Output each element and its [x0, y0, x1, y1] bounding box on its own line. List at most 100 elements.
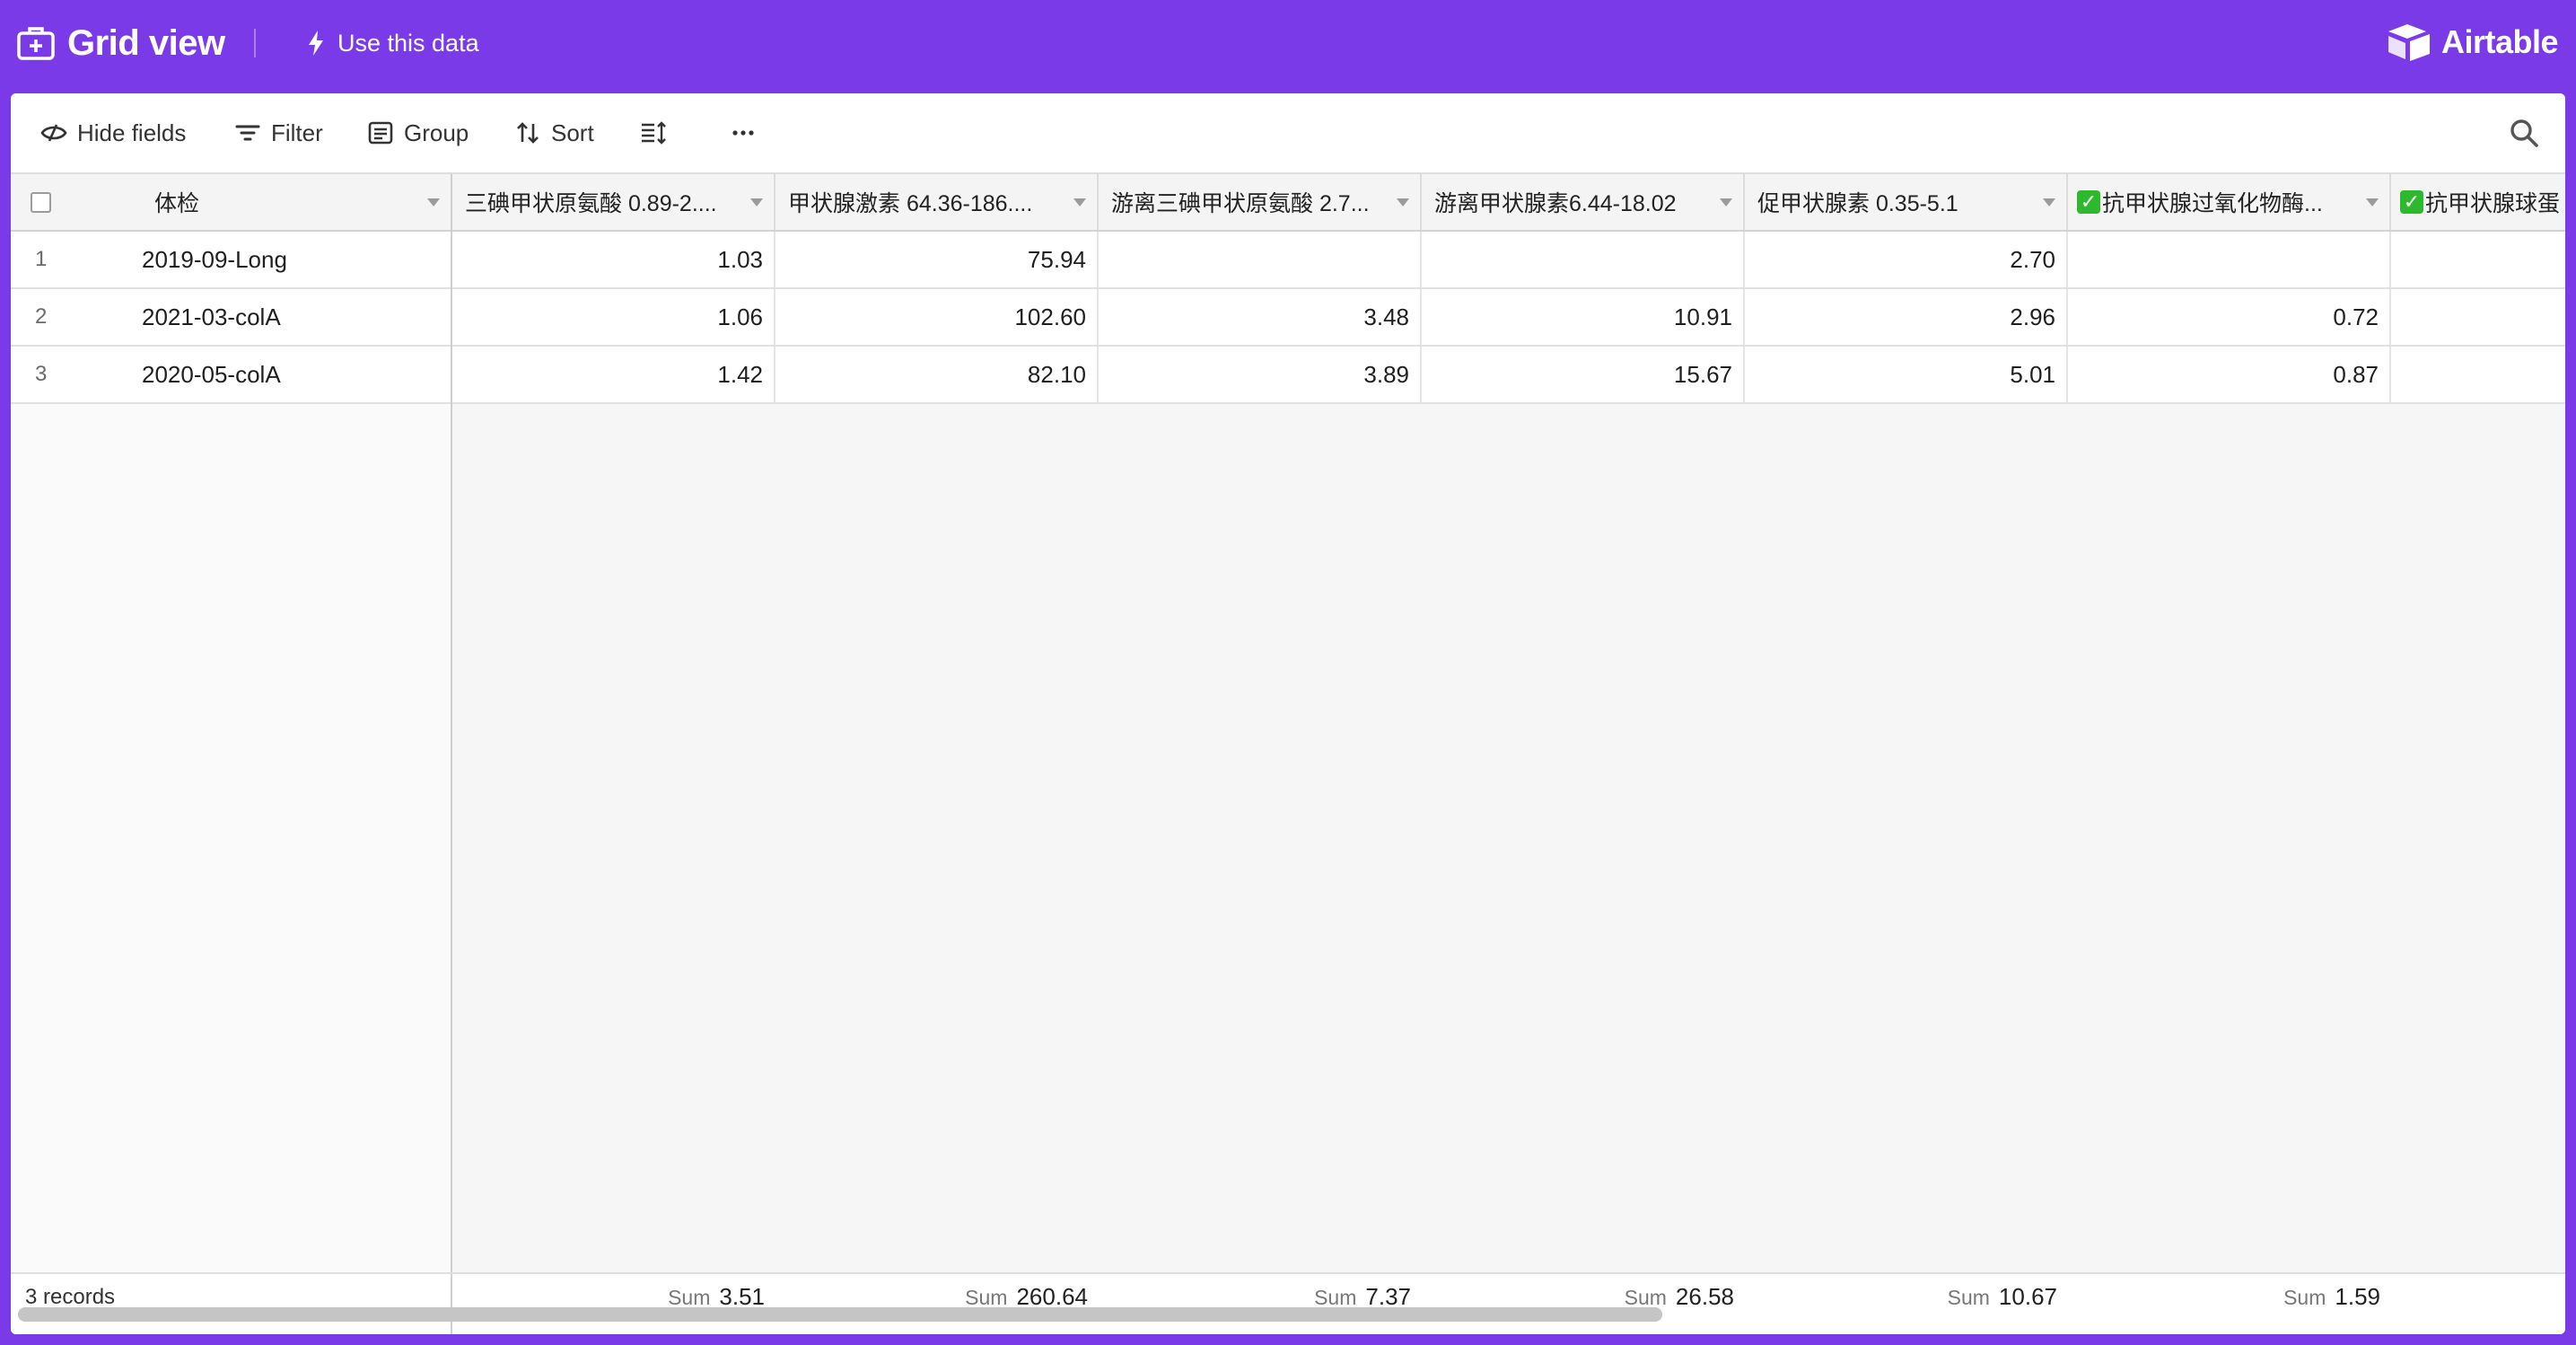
sum-value: 3.51 — [719, 1283, 765, 1310]
cell-ft3[interactable]: 3.48 — [1099, 289, 1422, 345]
top-bar: Grid view Use this data Airtable — [0, 0, 2576, 90]
table-row[interactable]: 3 2020-05-colA — [11, 347, 451, 404]
airtable-logo[interactable]: Airtable — [2386, 22, 2559, 63]
record-count: 3 records — [25, 1285, 116, 1309]
cell-t4[interactable]: 82.10 — [775, 347, 1099, 402]
column-header-primary[interactable]: 体检 — [142, 174, 451, 230]
sum-value: 10.67 — [1998, 1283, 2057, 1310]
group-button[interactable]: Group — [366, 113, 469, 153]
use-this-data-label: Use this data — [337, 29, 479, 57]
column-header-t4[interactable]: 甲状腺激素 64.36-186.... — [775, 174, 1099, 230]
column-headers: 三碘甲状原氨酸 0.89-2.... 甲状腺激素 64.36-186.... 游… — [452, 174, 2565, 232]
column-header-tg[interactable]: ✓ 抗甲状腺球蛋 — [2391, 174, 2565, 230]
cell-t3[interactable]: 1.03 — [452, 232, 775, 287]
search-icon[interactable] — [2508, 117, 2540, 149]
sum-label: Sum — [1624, 1286, 1667, 1309]
chevron-down-icon[interactable] — [1073, 198, 1086, 207]
view-toolbar: Hide fields Filter Group Sort — [11, 93, 2565, 174]
filter-button[interactable]: Filter — [233, 113, 323, 153]
column-header-label: 游离甲状腺素6.44-18.02 — [1434, 191, 1677, 216]
chevron-down-icon[interactable] — [2366, 198, 2379, 207]
use-this-data-button[interactable]: Use this data — [305, 25, 479, 61]
column-header-label: 三碘甲状原氨酸 0.89-2.... — [465, 191, 717, 216]
cell-tpo[interactable]: 0.72 — [2068, 289, 2391, 345]
select-all-checkbox[interactable] — [31, 192, 51, 213]
sort-button[interactable]: Sort — [513, 113, 594, 153]
column-header-tpo[interactable]: ✓ 抗甲状腺过氧化物酶... — [2068, 174, 2391, 230]
sort-label: Sort — [551, 119, 594, 146]
frozen-pane: 体检 1 2019-09-Long 2 2021-03-colA 3 2020-… — [11, 174, 452, 1334]
horizontal-scrollbar[interactable] — [18, 1307, 1662, 1322]
filter-icon — [235, 125, 260, 141]
cell-tsh[interactable]: 2.70 — [1745, 232, 2068, 287]
column-header-tsh[interactable]: 促甲状腺素 0.35-5.1 — [1745, 174, 2068, 230]
sum-tpo[interactable]: Sum 1.59 — [2068, 1283, 2380, 1311]
cell-tsh[interactable]: 5.01 — [1745, 347, 2068, 402]
cell-t3[interactable]: 1.42 — [452, 347, 775, 402]
cell-tpo[interactable] — [2068, 232, 2391, 287]
chevron-down-icon[interactable] — [2043, 198, 2055, 207]
cell-t3[interactable]: 1.06 — [452, 289, 775, 345]
hide-fields-label: Hide fields — [77, 119, 187, 146]
airtable-logo-icon — [2388, 24, 2430, 61]
row-number: 1 — [35, 247, 48, 271]
more-options-button[interactable] — [729, 113, 758, 153]
scroll-pane[interactable]: 三碘甲状原氨酸 0.89-2.... 甲状腺激素 64.36-186.... 游… — [452, 174, 2565, 1334]
table-row[interactable]: 1.03 75.94 2.70 — [452, 232, 2565, 289]
group-icon — [368, 121, 393, 145]
sum-value: 1.59 — [2335, 1283, 2380, 1310]
row-height-button[interactable] — [639, 113, 668, 153]
cell-ft4[interactable]: 10.91 — [1422, 289, 1745, 345]
frozen-header: 体检 — [11, 174, 451, 232]
table-row[interactable]: 2 2021-03-colA — [11, 289, 451, 347]
sum-tsh[interactable]: Sum 10.67 — [1745, 1283, 2057, 1311]
primary-cell[interactable]: 2020-05-colA — [142, 347, 281, 402]
sum-label: Sum — [965, 1286, 1008, 1309]
row-number: 3 — [35, 362, 48, 386]
records-summary: 3 records — [11, 1274, 452, 1334]
table-row[interactable]: 1.42 82.10 3.89 15.67 5.01 0.87 — [452, 347, 2565, 404]
column-header-label: 游离三碘甲状原氨酸 2.7... — [1111, 191, 1370, 216]
cell-t4[interactable]: 75.94 — [775, 232, 1099, 287]
hide-fields-button[interactable]: Hide fields — [39, 113, 186, 153]
cell-tg[interactable] — [2391, 289, 2565, 345]
cell-ft3[interactable]: 3.89 — [1099, 347, 1422, 402]
cell-tg[interactable] — [2391, 347, 2565, 402]
sum-label: Sum — [1947, 1286, 1990, 1309]
primary-cell[interactable]: 2021-03-colA — [142, 289, 281, 345]
table-row[interactable]: 1 2019-09-Long — [11, 232, 451, 289]
medical-kit-icon — [17, 27, 55, 60]
column-header-label: 促甲状腺素 0.35-5.1 — [1757, 191, 1958, 216]
check-mark-icon: ✓ — [2077, 190, 2100, 214]
table-row[interactable]: 1.06 102.60 3.48 10.91 2.96 0.72 — [452, 289, 2565, 347]
chevron-down-icon[interactable] — [750, 198, 763, 207]
chevron-down-icon[interactable] — [1720, 198, 1732, 207]
column-header-ft3[interactable]: 游离三碘甲状原氨酸 2.7... — [1099, 174, 1422, 230]
cell-ft3[interactable] — [1099, 232, 1422, 287]
primary-cell[interactable]: 2019-09-Long — [142, 232, 287, 287]
check-mark-icon: ✓ — [2400, 190, 2423, 214]
sum-label: Sum — [2283, 1286, 2326, 1309]
column-header-t3[interactable]: 三碘甲状原氨酸 0.89-2.... — [452, 174, 775, 230]
group-label: Group — [404, 119, 469, 146]
cell-tpo[interactable]: 0.87 — [2068, 347, 2391, 402]
sum-value: 26.58 — [1675, 1283, 1734, 1310]
cell-t4[interactable]: 102.60 — [775, 289, 1099, 345]
column-header-ft4[interactable]: 游离甲状腺素6.44-18.02 — [1422, 174, 1745, 230]
sum-label: Sum — [668, 1286, 711, 1309]
brand-name: Airtable — [2440, 23, 2559, 60]
chevron-down-icon[interactable] — [427, 198, 440, 207]
column-header-label: 体检 — [154, 191, 200, 216]
view-title[interactable]: Grid view — [67, 18, 225, 68]
chevron-down-icon[interactable] — [1397, 198, 1409, 207]
sum-label: Sum — [1314, 1286, 1357, 1309]
cell-ft4[interactable]: 15.67 — [1422, 347, 1745, 402]
eye-slash-icon — [40, 124, 67, 142]
sort-icon — [517, 122, 539, 144]
more-horizontal-icon — [732, 130, 754, 136]
data-grid: 体检 1 2019-09-Long 2 2021-03-colA 3 2020-… — [11, 174, 2565, 1334]
cell-tg[interactable] — [2391, 232, 2565, 287]
cell-tsh[interactable]: 2.96 — [1745, 289, 2068, 345]
column-header-label: 甲状腺激素 64.36-186.... — [788, 191, 1033, 216]
cell-ft4[interactable] — [1422, 232, 1745, 287]
